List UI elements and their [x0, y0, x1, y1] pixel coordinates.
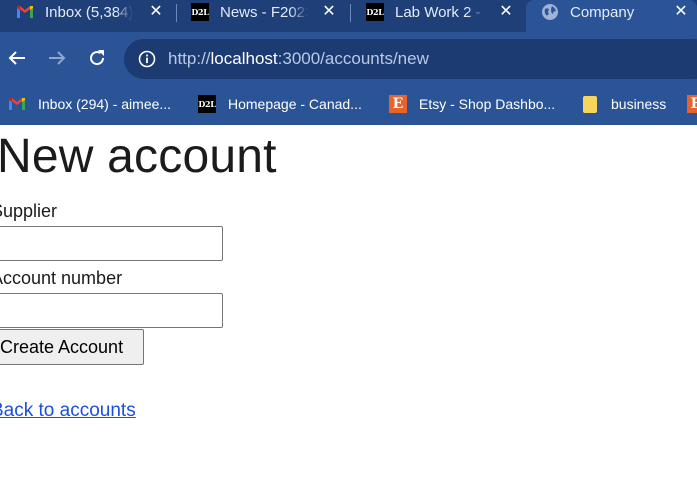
- d2l-icon: D2L: [366, 3, 384, 21]
- tab-company[interactable]: Company ✕: [541, 0, 691, 24]
- globe-icon: [541, 3, 559, 21]
- tab-news[interactable]: D2L News - F2023 ✕: [191, 0, 339, 24]
- info-icon[interactable]: [138, 50, 156, 68]
- page-title: New account: [0, 130, 277, 183]
- etsy-icon: E: [389, 95, 407, 113]
- tab-title: Company: [570, 3, 635, 21]
- bookmarks-bar: Inbox (294) - aimee... D2L Homepage - Ca…: [0, 86, 697, 125]
- gmail-icon: [8, 95, 26, 113]
- gmail-icon: [16, 3, 34, 21]
- url-host: localhost: [210, 49, 278, 68]
- address-bar[interactable]: http://localhost:3000/accounts/new: [124, 39, 697, 79]
- close-icon[interactable]: ✕: [146, 2, 166, 22]
- bookmark-overflow[interactable]: E: [687, 93, 697, 115]
- forward-arrow-icon[interactable]: [45, 46, 69, 70]
- supplier-label: Supplier: [0, 201, 58, 221]
- etsy-icon: E: [687, 95, 697, 113]
- account-number-label: Account number: [0, 268, 123, 288]
- reload-icon[interactable]: [85, 46, 109, 70]
- tab-title: Lab Work 2 -: [395, 3, 481, 21]
- bookmark-business[interactable]: business: [581, 93, 666, 115]
- tab-title: News - F2023: [220, 3, 308, 21]
- tab-divider: [176, 4, 177, 22]
- bookmark-label: business: [611, 96, 667, 112]
- tab-divider: [350, 4, 351, 22]
- bookmark-inbox[interactable]: Inbox (294) - aimee...: [8, 93, 171, 115]
- browser-toolbar: http://localhost:3000/accounts/new: [0, 32, 697, 86]
- page-content: New account Supplier Account number Crea…: [0, 125, 697, 477]
- close-icon[interactable]: ✕: [496, 2, 516, 22]
- close-icon[interactable]: ✕: [319, 2, 339, 22]
- create-account-button[interactable]: Create Account: [0, 329, 144, 365]
- address-url[interactable]: http://localhost:3000/accounts/new: [168, 49, 429, 69]
- url-path: :3000/accounts/new: [277, 49, 429, 68]
- tab-inbox[interactable]: Inbox (5,384) ✕: [16, 0, 166, 24]
- bookmark-homepage[interactable]: D2L Homepage - Canad...: [198, 93, 362, 115]
- supplier-field[interactable]: [0, 226, 223, 261]
- d2l-icon: D2L: [191, 3, 209, 21]
- bookmark-label: Etsy - Shop Dashbo...: [419, 96, 556, 112]
- tab-strip: Inbox (5,384) ✕ D2L News - F2023 ✕ D2L L…: [0, 0, 697, 32]
- browser-chrome: Inbox (5,384) ✕ D2L News - F2023 ✕ D2L L…: [0, 0, 697, 125]
- account-number-field[interactable]: [0, 293, 223, 328]
- bookmark-label: Homepage - Canad...: [228, 96, 362, 112]
- folder-icon: [581, 95, 599, 113]
- back-arrow-icon[interactable]: [5, 46, 29, 70]
- bookmark-label: Inbox (294) - aimee...: [38, 96, 172, 112]
- d2l-icon: D2L: [198, 95, 216, 113]
- close-icon[interactable]: ✕: [671, 2, 691, 22]
- bookmark-etsy[interactable]: E Etsy - Shop Dashbo...: [389, 93, 555, 115]
- tab-lab-work[interactable]: D2L Lab Work 2 - ✕: [366, 0, 516, 24]
- back-to-accounts-link[interactable]: Back to accounts: [0, 400, 136, 422]
- url-scheme: http://: [168, 49, 211, 68]
- tab-title: Inbox (5,384): [45, 3, 133, 21]
